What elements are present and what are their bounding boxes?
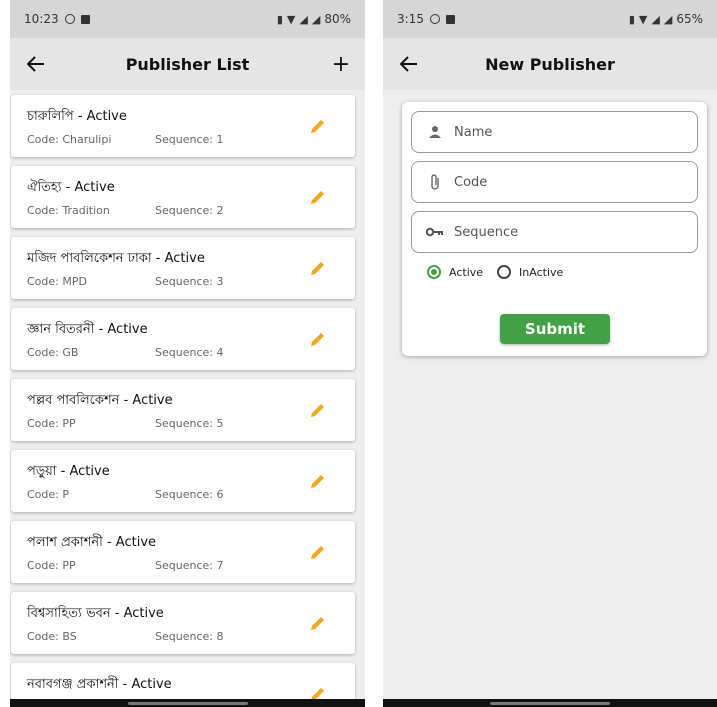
publisher-code: Code: PP: [27, 417, 76, 430]
key-icon: [426, 223, 444, 241]
status-time: 3:15: [397, 12, 424, 26]
publisher-name: ঐতিহ্য - Active: [27, 180, 115, 195]
publisher-name: পল্লব পাবলিকেশন - Active: [27, 393, 173, 408]
list-item[interactable]: বিশ্বসাহিত্য ভবন - Active Code: BS Sequen…: [11, 592, 355, 654]
list-item[interactable]: পল্লব পাবলিকেশন - Active Code: PP Sequenc…: [11, 379, 355, 441]
publisher-code: Code: PP: [27, 559, 76, 572]
publisher-code: Code: BS: [27, 630, 77, 643]
sequence-input[interactable]: [454, 224, 654, 240]
publisher-name: বিশ্বসাহিত্য ভবন - Active: [27, 606, 164, 621]
gesture-handle[interactable]: [490, 702, 610, 705]
signal-icon-2: ◢: [311, 12, 321, 26]
page-title: New Publisher: [485, 54, 615, 74]
battery-level: 65%: [676, 12, 703, 26]
publisher-name: চারুলিপি - Active: [27, 109, 127, 124]
add-publisher-button[interactable]: +: [327, 50, 355, 78]
inactive-radio-label[interactable]: InActive: [519, 266, 563, 279]
list-item[interactable]: ঐতিহ্য - Active Code: Tradition Sequence:…: [11, 166, 355, 228]
list-item[interactable]: পলাশ প্রকাশনী - Active Code: PP Sequence:…: [11, 521, 355, 583]
publisher-sequence: Sequence: 8: [155, 630, 224, 643]
publisher-form: Active InActive Submit: [402, 102, 707, 356]
publisher-list-screen: 10:23 ▮ ▼ ◢ ◢ 80% Publisher List + চারুল…: [10, 0, 365, 707]
vibrate-icon: ▮: [628, 12, 635, 26]
edit-pencil-icon[interactable]: [309, 259, 327, 277]
wifi-icon: ▼: [638, 12, 648, 26]
edit-pencil-icon[interactable]: [309, 330, 327, 348]
battery-level: 80%: [324, 12, 351, 26]
publisher-code: Code: GB: [27, 346, 79, 359]
form-area: Active InActive Submit: [383, 90, 717, 707]
status-bar: 10:23 ▮ ▼ ◢ ◢ 80%: [10, 0, 365, 38]
publisher-code: Code: P: [27, 488, 69, 501]
publisher-name: নবাবগঞ্জ প্রকাশনী - Active: [27, 677, 172, 692]
list-item[interactable]: মজিদ পাবলিকেশন ঢাকা - Active Code: MPD Se…: [11, 237, 355, 299]
notification-circle-icon: [429, 14, 440, 24]
page-title: Publisher List: [125, 54, 250, 74]
name-field[interactable]: [411, 111, 698, 153]
publisher-code: Code: MPD: [27, 275, 87, 288]
edit-pencil-icon[interactable]: [309, 472, 327, 490]
name-input[interactable]: [454, 124, 654, 140]
publisher-list: চারুলিপি - Active Code: Charulipi Sequenc…: [10, 90, 365, 707]
person-icon: [426, 123, 444, 141]
signal-icon-2: ◢: [663, 12, 673, 26]
publisher-sequence: Sequence: 5: [155, 417, 224, 430]
app-bar: New Publisher: [383, 38, 717, 90]
gesture-handle[interactable]: [127, 702, 248, 705]
publisher-sequence: Sequence: 1: [155, 133, 224, 146]
publisher-name: পলাশ প্রকাশনী - Active: [27, 535, 157, 550]
active-radio[interactable]: [427, 265, 441, 279]
app-bar: Publisher List +: [10, 38, 365, 90]
gallery-notification-icon: [445, 14, 455, 24]
submit-button[interactable]: Submit: [500, 314, 610, 344]
signal-icon: ◢: [651, 12, 660, 26]
code-field[interactable]: [411, 161, 698, 203]
edit-pencil-icon[interactable]: [309, 614, 327, 632]
publisher-code: Code: Tradition: [27, 204, 110, 217]
list-item[interactable]: চারুলিপি - Active Code: Charulipi Sequenc…: [11, 95, 355, 157]
edit-pencil-icon[interactable]: [309, 401, 327, 419]
publisher-sequence: Sequence: 6: [155, 488, 224, 501]
publisher-sequence: Sequence: 7: [155, 559, 224, 572]
notification-circle-icon: [64, 14, 75, 24]
edit-pencil-icon[interactable]: [309, 543, 327, 561]
navigation-gesture-bar: [10, 699, 365, 707]
vibrate-icon: ▮: [276, 12, 283, 26]
publisher-name: পড়ুয়া - Active: [27, 464, 110, 479]
status-time: 10:23: [24, 12, 59, 26]
new-publisher-screen: 3:15 ▮ ▼ ◢ ◢ 65% New Publisher Name Code…: [383, 0, 717, 707]
signal-icon: ◢: [299, 12, 308, 26]
status-radio-group: Active InActive: [411, 265, 698, 279]
list-item[interactable]: জ্ঞান বিতরনী - Active Code: GB Sequence: …: [11, 308, 355, 370]
navigation-gesture-bar: [383, 699, 717, 707]
active-radio-label[interactable]: Active: [449, 266, 483, 279]
back-arrow-icon[interactable]: [22, 50, 50, 78]
paperclip-icon: [426, 173, 444, 191]
publisher-code: Code: Charulipi: [27, 133, 112, 146]
edit-pencil-icon[interactable]: [309, 117, 327, 135]
publisher-name: জ্ঞান বিতরনী - Active: [27, 322, 148, 337]
list-item[interactable]: পড়ুয়া - Active Code: P Sequence: 6: [11, 450, 355, 512]
inactive-radio[interactable]: [497, 265, 512, 279]
wifi-icon: ▼: [286, 12, 296, 26]
edit-pencil-icon[interactable]: [309, 188, 327, 206]
publisher-sequence: Sequence: 4: [155, 346, 224, 359]
publisher-sequence: Sequence: 3: [155, 275, 224, 288]
gallery-notification-icon: [80, 14, 90, 24]
code-input[interactable]: [454, 174, 654, 190]
screenshot-stage: 10:23 ▮ ▼ ◢ ◢ 80% Publisher List + চারুল…: [0, 0, 717, 707]
sequence-field[interactable]: [411, 211, 698, 253]
status-bar: 3:15 ▮ ▼ ◢ ◢ 65%: [383, 0, 717, 38]
back-arrow-icon[interactable]: [395, 50, 423, 78]
publisher-name: মজিদ পাবলিকেশন ঢাকা - Active: [27, 251, 205, 266]
publisher-sequence: Sequence: 2: [155, 204, 224, 217]
